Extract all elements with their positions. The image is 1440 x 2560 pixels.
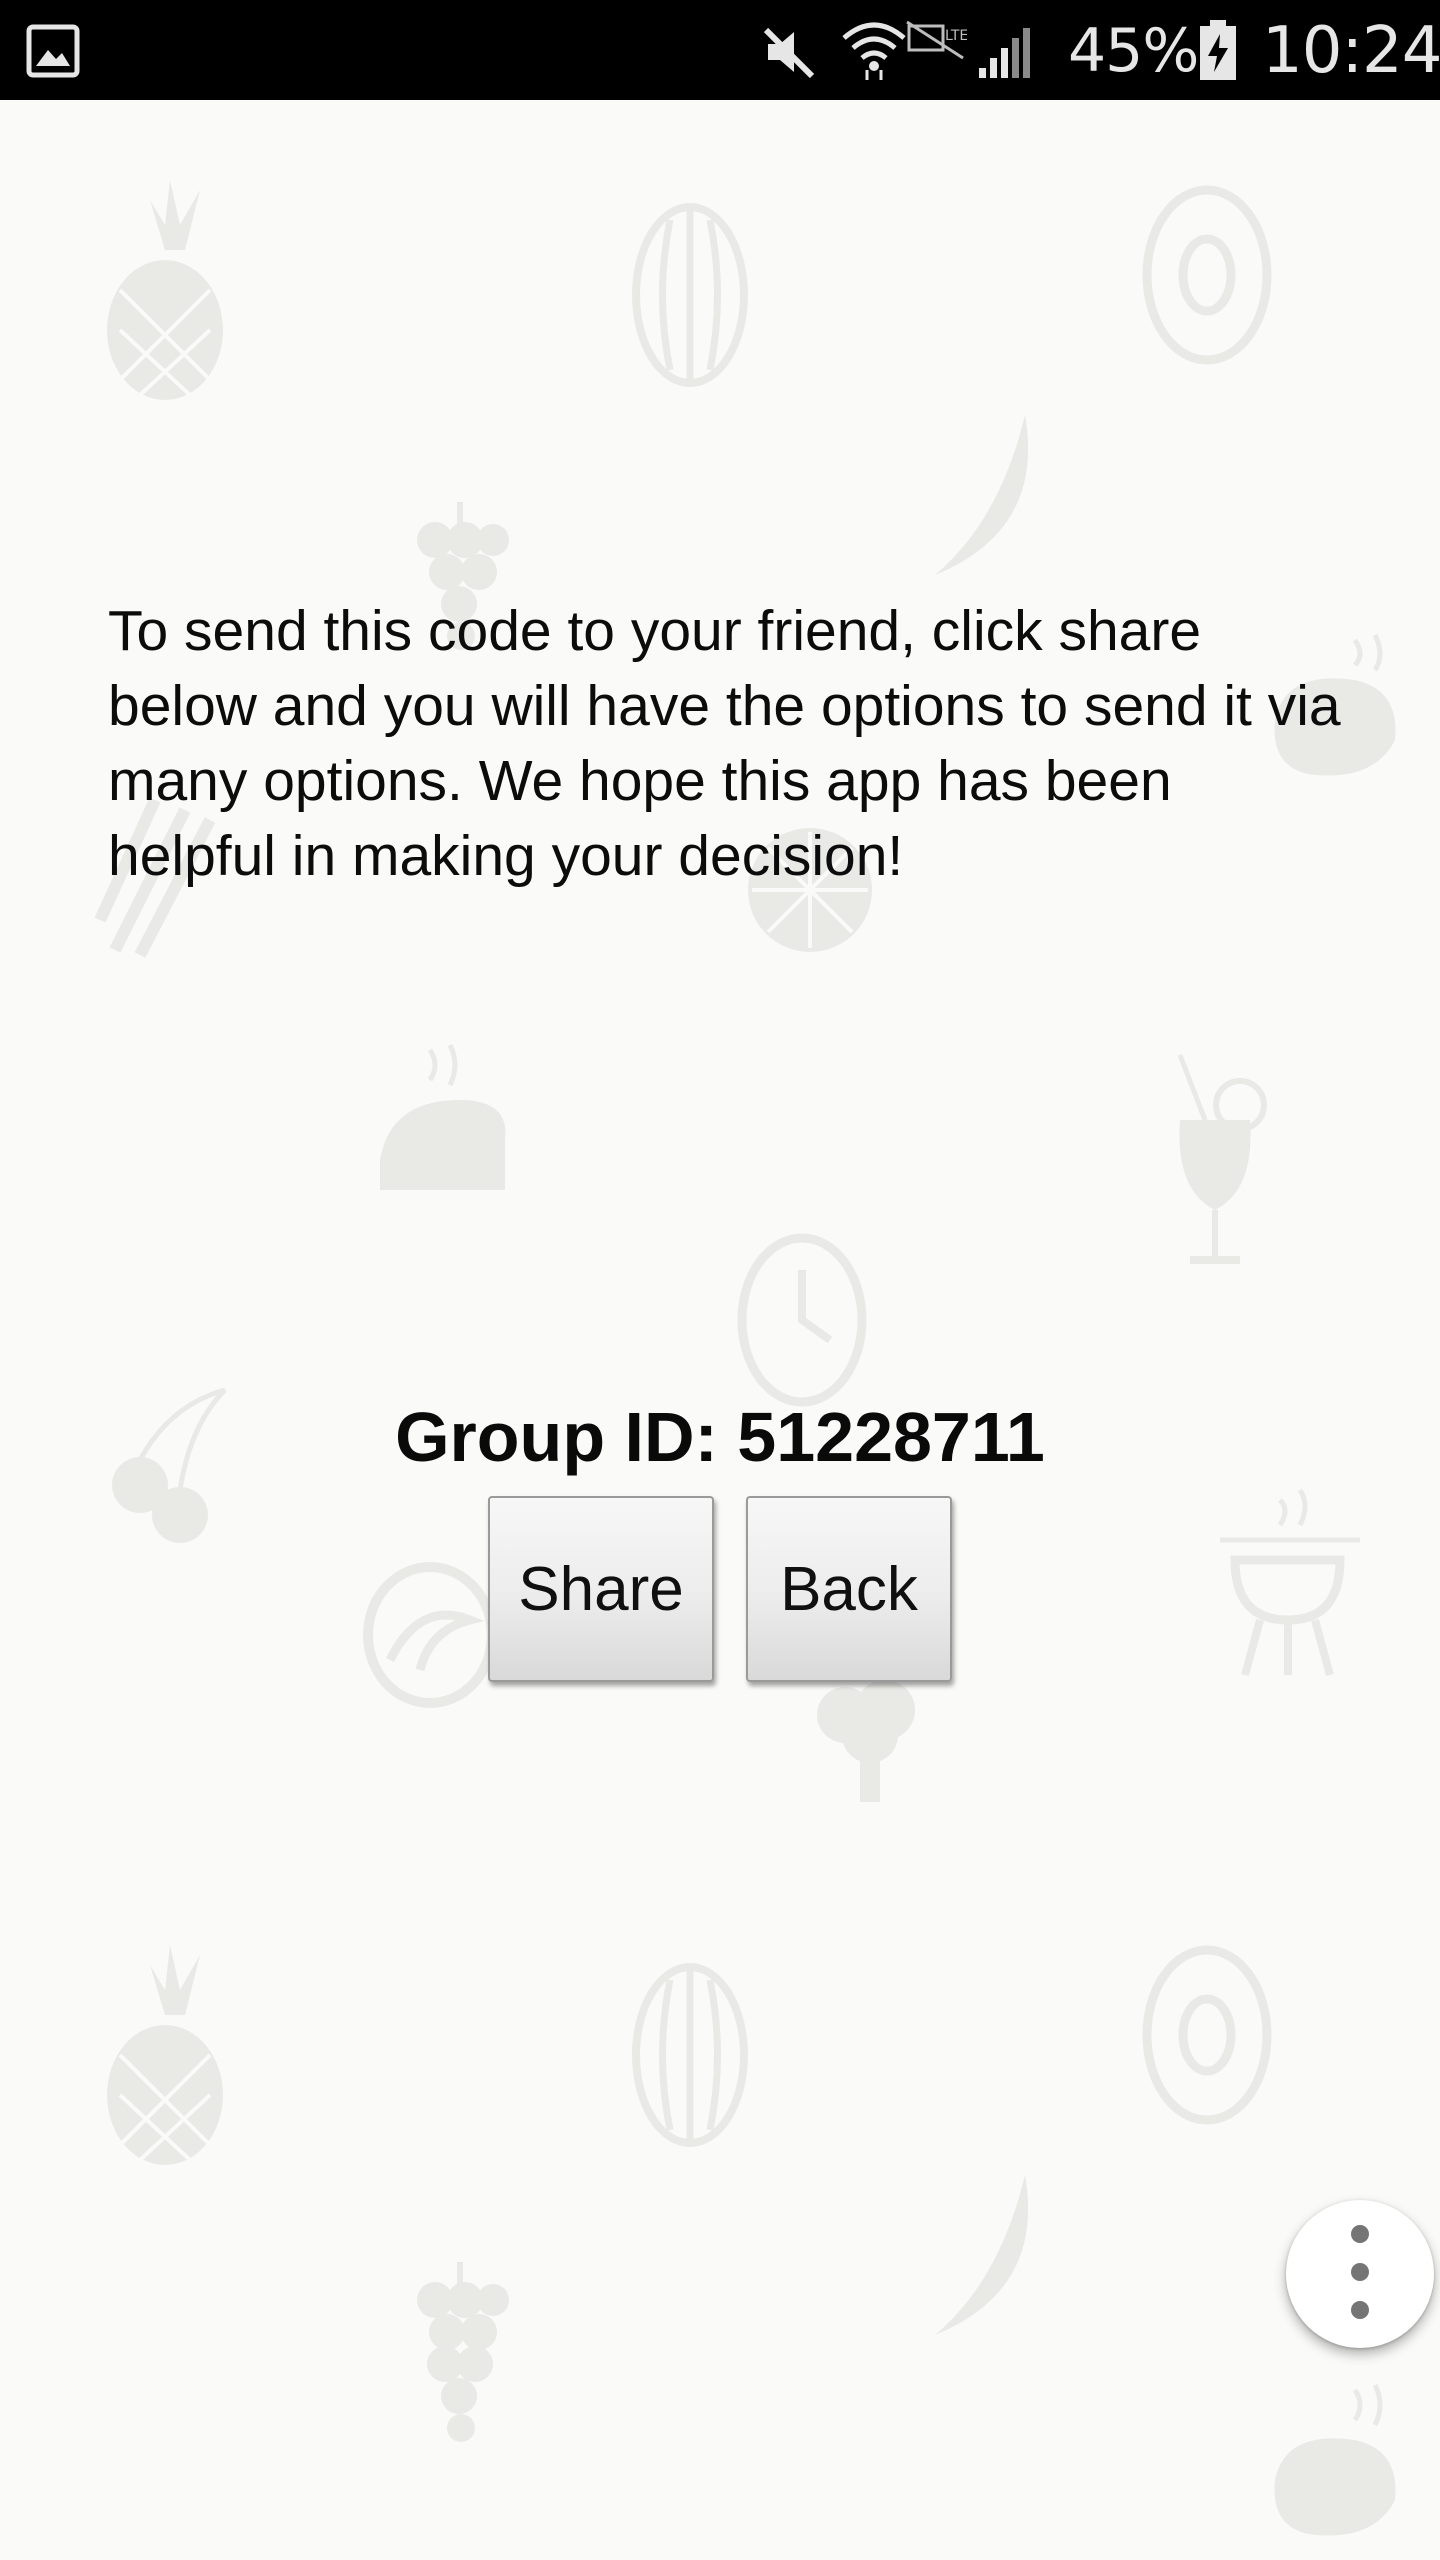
clock-icon [735,1230,870,1410]
clock: 10:24 [1262,14,1440,88]
cocktail-icon [1170,1050,1270,1270]
share-button[interactable]: Share [488,1496,714,1682]
battery-charging-icon [1198,20,1238,82]
broccoli-icon [810,1680,930,1805]
pineapple-icon [90,180,240,400]
steak-icon-2 [1265,2380,1405,2550]
back-button[interactable]: Back [746,1496,952,1682]
donut-icon [1140,180,1275,370]
donut-icon-2 [1140,1940,1275,2130]
watermelon-icon-2 [630,1960,750,2150]
status-bar: LTE 45% 10:24 [0,0,1440,100]
mobile-data-icon: LTE [905,18,968,62]
grapes-icon-2 [405,2260,515,2460]
gallery-icon [26,24,80,78]
banana-icon [930,410,1040,580]
mute-icon [758,22,818,82]
grill-icon [1220,1480,1360,1680]
roast-chicken-icon [370,1040,520,1190]
banana-icon-2 [930,2170,1040,2340]
watermelon-icon [630,200,750,390]
overflow-menu-button[interactable] [1286,2200,1434,2348]
pineapple-icon-2 [90,1945,240,2165]
wifi-icon [840,18,908,82]
share-instructions: To send this code to your friend, click … [108,599,1341,888]
svg-text:LTE: LTE [945,28,967,44]
signal-icon [975,24,1033,80]
more-vertical-icon [1348,2222,1372,2326]
pastry-icon [360,1560,500,1710]
battery-percent: 45% [1068,16,1199,86]
group-id-label: Group ID: 51228711 [395,1398,1045,1476]
